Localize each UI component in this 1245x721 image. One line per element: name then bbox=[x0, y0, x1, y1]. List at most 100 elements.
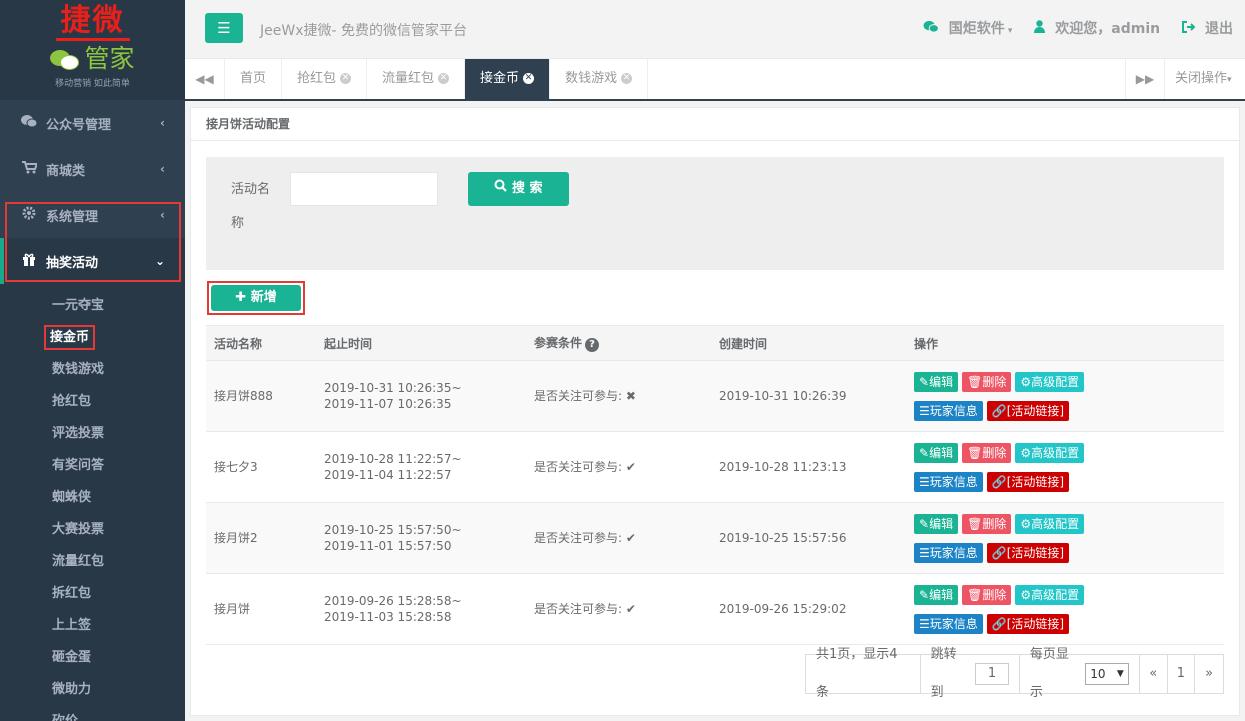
advanced-config-button[interactable]: ⚙高级配置 bbox=[1015, 371, 1085, 392]
sidebar-item-mall[interactable]: 商城类 ‹ bbox=[0, 146, 185, 192]
per-page-select[interactable]: 10 ▼ bbox=[1085, 663, 1129, 685]
search-form: 活动名称 搜 索 bbox=[206, 157, 1224, 270]
submenu-item[interactable]: 抢红包 bbox=[0, 386, 185, 418]
backward-icon: ◀◀ bbox=[195, 72, 214, 86]
sidebar-item-label: 公众号管理 bbox=[46, 117, 112, 133]
advanced-config-button[interactable]: ⚙高级配置 bbox=[1015, 442, 1085, 463]
player-info-button[interactable]: ☰玩家信息 bbox=[914, 613, 983, 634]
tab-scroll-left-button[interactable]: ◀◀ bbox=[185, 59, 225, 99]
link-icon: 🔗 bbox=[991, 474, 1007, 489]
activity-link-button[interactable]: 🔗[活动链接] bbox=[986, 613, 1070, 634]
delete-label: 删除 bbox=[982, 445, 1007, 460]
tab-red-packet[interactable]: 抢红包 ✕ bbox=[282, 59, 368, 99]
submenu-item[interactable]: 大赛投票 bbox=[0, 514, 185, 546]
edit-button[interactable]: ✎编辑 bbox=[914, 442, 959, 463]
tab-label: 抢红包 bbox=[297, 71, 337, 86]
submenu-item[interactable]: 数钱游戏 bbox=[0, 354, 185, 386]
link-icon: 🔗 bbox=[991, 545, 1007, 560]
tab-count-money-game[interactable]: 数钱游戏 ✕ bbox=[550, 59, 649, 99]
delete-button[interactable]: 🗑删除 bbox=[962, 442, 1012, 463]
submenu-item[interactable]: 蜘蛛侠 bbox=[0, 482, 185, 514]
submenu-item[interactable]: 评选投票 bbox=[0, 418, 185, 450]
tab-flow-red-packet[interactable]: 流量红包 ✕ bbox=[367, 59, 466, 99]
pagination: 共1页，显示4条 跳转到 1 每页显示 10 ▼ « 1 » bbox=[805, 647, 1224, 700]
logout-label: 退出 bbox=[1205, 21, 1233, 37]
top-navbar: ☰ JeeWx捷微- 免费的微信管家平台 国炬软件 ▾ 欢迎您，admin 退出 bbox=[185, 0, 1245, 59]
edit-button[interactable]: ✎编辑 bbox=[914, 584, 959, 605]
prev-page-button[interactable]: « bbox=[1140, 655, 1168, 693]
edit-button[interactable]: ✎编辑 bbox=[914, 371, 959, 392]
search-button[interactable]: 搜 索 bbox=[468, 172, 569, 206]
submenu-item[interactable]: 流量红包 bbox=[0, 546, 185, 578]
start-time: 2019-10-28 11:22:57~ bbox=[324, 452, 462, 466]
participation-condition: 是否关注可参与: ✖ bbox=[526, 360, 711, 432]
user-info[interactable]: 欢迎您，admin bbox=[1034, 18, 1160, 38]
sidebar-item-wechat[interactable]: 公众号管理 ‹ bbox=[0, 100, 185, 146]
delete-button[interactable]: 🗑删除 bbox=[962, 371, 1012, 392]
row-actions: ✎编辑 🗑删除 ⚙高级配置 ☰玩家信息 🔗[活动链接] bbox=[906, 431, 1224, 503]
start-time: 2019-09-26 15:28:58~ bbox=[324, 594, 462, 608]
submenu-item[interactable]: 一元夺宝 bbox=[0, 290, 185, 322]
cross-icon: ✖ bbox=[625, 389, 636, 403]
activity-name: 接月饼2 bbox=[206, 502, 316, 574]
activity-link-button[interactable]: 🔗[活动链接] bbox=[986, 471, 1070, 492]
jump-page-input[interactable]: 1 bbox=[975, 663, 1009, 685]
submenu-item[interactable]: 砸金蛋 bbox=[0, 642, 185, 674]
delete-button[interactable]: 🗑删除 bbox=[962, 584, 1012, 605]
activity-name-input[interactable] bbox=[290, 172, 438, 206]
question-icon[interactable]: ? bbox=[585, 338, 600, 352]
tab-catch-coins[interactable]: 接金币 ✕ bbox=[465, 59, 551, 99]
menu-toggle-button[interactable]: ☰ bbox=[205, 13, 243, 43]
end-time: 2019-11-07 10:26:35 bbox=[324, 397, 452, 411]
activity-link-button[interactable]: 🔗[活动链接] bbox=[986, 400, 1070, 421]
column-header: 创建时间 bbox=[711, 325, 906, 361]
time-range: 2019-09-26 15:28:58~ 2019-11-03 15:28:58 bbox=[316, 573, 526, 645]
page-number-button[interactable]: 1 bbox=[1168, 655, 1196, 693]
player-info-button[interactable]: ☰玩家信息 bbox=[914, 471, 983, 492]
player-info-button[interactable]: ☰玩家信息 bbox=[914, 542, 983, 563]
tab-scroll-right-button[interactable]: ▶▶ bbox=[1125, 59, 1165, 99]
link-icon: 🔗 bbox=[991, 616, 1007, 631]
logout-link[interactable]: 退出 bbox=[1182, 18, 1233, 38]
delete-label: 删除 bbox=[982, 587, 1007, 602]
logo-subtitle: 管家 bbox=[84, 44, 135, 73]
player-info-button[interactable]: ☰玩家信息 bbox=[914, 400, 983, 421]
close-operations-dropdown[interactable]: 关闭操作▾ bbox=[1165, 59, 1245, 99]
submenu-item[interactable]: 有奖问答 bbox=[0, 450, 185, 482]
gears-icon: ⚙ bbox=[1020, 374, 1032, 389]
close-icon[interactable]: ✕ bbox=[523, 73, 535, 84]
close-icon[interactable]: ✕ bbox=[438, 73, 450, 84]
delete-button[interactable]: 🗑删除 bbox=[962, 513, 1012, 534]
sign-out-icon bbox=[1182, 21, 1200, 37]
players-label: 玩家信息 bbox=[929, 616, 978, 631]
advanced-label: 高级配置 bbox=[1031, 374, 1080, 389]
column-header: 起止时间 bbox=[316, 325, 526, 361]
tab-label: 接金币 bbox=[480, 71, 520, 86]
trash-icon: 🗑 bbox=[967, 445, 983, 460]
add-button[interactable]: ✚ 新增 bbox=[211, 285, 301, 311]
search-icon bbox=[494, 179, 512, 196]
edit-label: 编辑 bbox=[929, 587, 954, 602]
activity-link-button[interactable]: 🔗[活动链接] bbox=[986, 542, 1070, 563]
advanced-config-button[interactable]: ⚙高级配置 bbox=[1015, 513, 1085, 534]
close-icon[interactable]: ✕ bbox=[621, 73, 633, 84]
link-label: [活动链接] bbox=[1006, 545, 1065, 560]
edit-button[interactable]: ✎编辑 bbox=[914, 513, 959, 534]
submenu-item[interactable]: 砍价 bbox=[0, 706, 185, 721]
created-time: 2019-10-28 11:23:13 bbox=[711, 431, 906, 503]
submenu-item-active[interactable]: 接金币 bbox=[0, 322, 185, 354]
add-button-highlight: ✚ 新增 bbox=[207, 281, 305, 315]
submenu-item[interactable]: 拆红包 bbox=[0, 578, 185, 610]
advanced-config-button[interactable]: ⚙高级配置 bbox=[1015, 584, 1085, 605]
content-panel: 接月饼活动配置 活动名称 搜 索 ✚ 新增 活动名称 起止时间 参赛条件? 创建… bbox=[190, 107, 1240, 716]
hamburger-icon: ☰ bbox=[217, 19, 231, 37]
players-label: 玩家信息 bbox=[929, 403, 978, 418]
next-page-button[interactable]: » bbox=[1195, 655, 1223, 693]
close-icon[interactable]: ✕ bbox=[340, 73, 352, 84]
tab-home[interactable]: 首页 bbox=[225, 59, 283, 99]
company-dropdown[interactable]: 国炬软件 ▾ bbox=[923, 18, 1012, 38]
forward-icon: ▶▶ bbox=[1135, 72, 1155, 86]
submenu-item[interactable]: 微助力 bbox=[0, 674, 185, 706]
submenu-item[interactable]: 上上签 bbox=[0, 610, 185, 642]
cart-icon bbox=[20, 160, 38, 178]
